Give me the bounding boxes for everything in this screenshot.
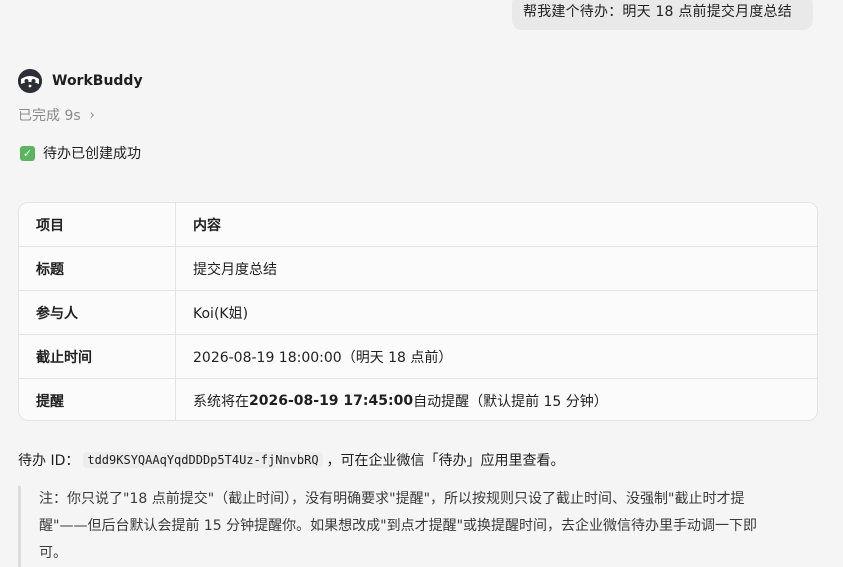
bot-header: WorkBuddy (18, 68, 143, 94)
bot-name: WorkBuddy (52, 73, 143, 89)
table-row: 提醒 系统将在 2026-08-19 17:45:00 自动提醒（默认提前 15… (19, 379, 817, 420)
table-row: 截止时间 2026-08-19 18:00:00（明天 18 点前） (19, 335, 817, 379)
note-blockquote: 注：你只说了"18 点前提交"（截止时间），没有明确要求"提醒"，所以按规则只设… (18, 486, 808, 567)
todo-id-suffix: ，可在企业微信「待办」应用里查看。 (326, 453, 565, 469)
raccoon-avatar-icon (18, 69, 42, 93)
table-value-cell: 提交月度总结 (193, 261, 277, 278)
table-key-cell: 提醒 (19, 379, 176, 420)
table-header-row: 项目 内容 (19, 203, 817, 247)
todo-id-label: 待办 ID： (18, 453, 80, 469)
completion-status-toggle[interactable]: 已完成 9s › (18, 104, 95, 126)
table-row: 参与人 Koi(K姐) (19, 291, 817, 335)
todo-id-line: 待办 ID： tdd9KSYQAAqYqdDDDp5T4Uz-fjNnvbRQ … (18, 450, 565, 470)
success-message-text: 待办已创建成功 (43, 146, 141, 162)
checkmark-icon: ✓ (20, 145, 35, 161)
reminder-text-prefix: 系统将在 (193, 393, 249, 410)
todo-id-code[interactable]: tdd9KSYQAAqYqdDDDp5T4Uz-fjNnvbRQ (83, 452, 323, 468)
note-line: 注：你只说了"18 点前提交"（截止时间），没有明确要求"提醒"，所以按规则只设… (39, 491, 745, 507)
table-header-cell: 项目 (19, 203, 176, 246)
note-line: 可。 (39, 545, 67, 561)
table-row: 标题 提交月度总结 (19, 247, 817, 291)
table-key-cell: 参与人 (19, 291, 176, 334)
table-value-cell: Koi(K姐) (193, 305, 249, 322)
completion-status-text: 已完成 9s (18, 108, 81, 124)
chevron-right-icon: › (89, 107, 95, 123)
table-value-cell: 系统将在 2026-08-19 17:45:00 自动提醒（默认提前 15 分钟… (176, 379, 817, 420)
table-value-cell: 2026-08-19 18:00:00（明天 18 点前） (193, 349, 453, 366)
note-line: 醒"——但后台默认会提前 15 分钟提醒你。如果想改成"到点才提醒"或换提醒时间… (39, 518, 758, 534)
table-header-cell: 内容 (193, 217, 221, 234)
reminder-time: 2026-08-19 17:45:00 (249, 392, 414, 409)
table-key-cell: 标题 (19, 247, 176, 290)
chat-page: 帮我建个待办：明天 18 点前提交月度总结 WorkBuddy 已完成 9s ›… (0, 0, 843, 567)
todo-details-table: 项目 内容 标题 提交月度总结 参与人 Koi(K姐) 截止时间 2026-08… (18, 202, 818, 421)
reminder-text-suffix: 自动提醒（默认提前 15 分钟） (413, 393, 608, 410)
user-message-bubble: 帮我建个待办：明天 18 点前提交月度总结 (512, 0, 813, 30)
table-key-cell: 截止时间 (19, 335, 176, 378)
success-message: ✓ 待办已创建成功 (20, 142, 141, 164)
